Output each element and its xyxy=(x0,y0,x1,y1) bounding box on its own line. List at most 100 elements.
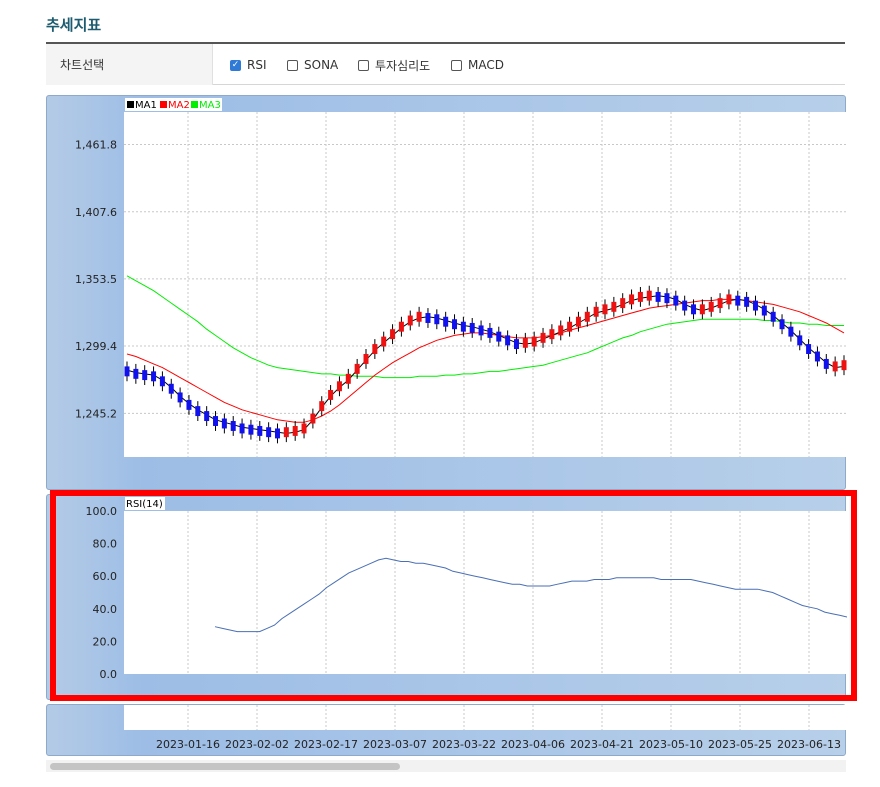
candle-body xyxy=(752,300,758,311)
candle-body xyxy=(717,298,723,309)
x-tick-label: 2023-03-07 xyxy=(363,738,427,751)
horizontal-scrollbar[interactable] xyxy=(46,760,846,772)
sona-checkbox[interactable]: SONA xyxy=(287,57,338,73)
candle-body xyxy=(319,401,325,412)
candle-body xyxy=(797,335,803,346)
x-tick-label: 2023-04-06 xyxy=(501,738,565,751)
candle-body xyxy=(390,329,396,340)
candle-body xyxy=(372,344,378,354)
candle-body xyxy=(310,413,316,424)
macd-checkbox[interactable]: MACD xyxy=(451,57,504,73)
candle-body xyxy=(301,423,307,434)
investor-sentiment-checkbox[interactable]: 투자심리도 xyxy=(358,57,430,73)
y-tick-label: 1,353.5 xyxy=(75,273,117,286)
legend-ma1: MA1 xyxy=(135,100,157,111)
candle-body xyxy=(832,361,838,372)
candle-body xyxy=(124,366,130,377)
candle-body xyxy=(425,313,431,323)
candle-body xyxy=(646,290,652,301)
candle-body xyxy=(239,423,245,434)
candle-body xyxy=(221,418,227,429)
highlight-box xyxy=(50,490,857,701)
candle-body xyxy=(567,321,573,332)
scrollbar-thumb[interactable] xyxy=(50,763,400,770)
candle-body xyxy=(133,368,139,379)
candle-body xyxy=(168,383,174,394)
candle-body xyxy=(283,427,289,438)
chart-select-row: 차트선택 ✓ RSI SONA 투자심리도 MACD xyxy=(46,42,845,85)
candle-body xyxy=(469,322,475,333)
y-tick-label: 1,245.2 xyxy=(75,407,117,420)
candle-body xyxy=(363,353,369,364)
rsi-checkbox-label: RSI xyxy=(247,58,267,72)
legend-ma2: MA2 xyxy=(168,100,190,111)
candle-body xyxy=(398,321,404,332)
candle-body xyxy=(726,294,732,305)
investor-sentiment-checkbox-label: 투자심리도 xyxy=(375,58,431,73)
candle-body xyxy=(505,335,511,346)
candle-body xyxy=(336,381,342,392)
candle-body xyxy=(531,336,537,347)
candle-body xyxy=(345,373,351,384)
candle-body xyxy=(770,311,776,322)
candle-body xyxy=(443,316,449,327)
candle-body xyxy=(637,291,643,302)
candle-body xyxy=(159,376,165,387)
candle-body xyxy=(540,332,546,343)
candle-body xyxy=(744,296,750,307)
candle-body xyxy=(841,360,847,371)
candle-body xyxy=(248,424,254,435)
candle-body xyxy=(434,314,440,325)
candle-body xyxy=(266,427,272,438)
legend-swatch-ma2 xyxy=(160,101,167,108)
candle-body xyxy=(257,425,263,436)
macd-checkbox-label: MACD xyxy=(468,58,504,72)
checkbox-icon xyxy=(287,59,298,71)
candle-body xyxy=(460,321,466,332)
checkbox-checked-icon: ✓ xyxy=(230,59,241,71)
candle-body xyxy=(487,327,493,338)
y-tick-label: 1,407.6 xyxy=(75,206,117,219)
y-tick-label: 1,461.8 xyxy=(75,139,117,152)
candle-body xyxy=(611,301,617,312)
checkbox-icon xyxy=(451,59,462,71)
price-chart: 1,461.8 1,407.6 1,353.5 1,299.4 1,245.2 MA1 … xyxy=(75,98,847,457)
candle-body xyxy=(407,315,413,326)
price-legend: MA1 MA2 MA3 xyxy=(125,98,222,111)
candle-body xyxy=(761,305,767,316)
sona-checkbox-label: SONA xyxy=(304,58,339,72)
x-tick-label: 2023-05-25 xyxy=(708,738,772,751)
candle-body xyxy=(779,319,785,330)
candle-body xyxy=(788,326,794,337)
legend-ma3: MA3 xyxy=(199,100,221,111)
candle-body xyxy=(195,406,201,417)
candle-body xyxy=(142,370,148,381)
x-tick-label: 2023-02-02 xyxy=(225,738,289,751)
candle-body xyxy=(354,363,360,374)
candle-body xyxy=(620,298,626,309)
rsi-checkbox[interactable]: ✓ RSI xyxy=(230,57,267,73)
candle-body xyxy=(655,291,661,302)
page-title: 추세지표 xyxy=(46,16,102,34)
candle-body xyxy=(452,319,458,330)
candle-body xyxy=(513,339,519,350)
candle-body xyxy=(478,325,484,336)
candle-body xyxy=(708,301,714,312)
checkbox-icon xyxy=(358,59,369,71)
candle-body xyxy=(814,351,820,362)
candle-body xyxy=(584,311,590,322)
x-tick-label: 2023-02-17 xyxy=(294,738,358,751)
candle-body xyxy=(416,311,422,322)
candle-body xyxy=(522,337,528,348)
candle-body xyxy=(186,399,192,410)
legend-swatch-ma1 xyxy=(127,101,134,108)
divider xyxy=(212,44,213,85)
candle-body xyxy=(204,411,210,422)
candle-body xyxy=(177,392,183,403)
price-chart-panel: 1,461.8 1,407.6 1,353.5 1,299.4 1,245.2 MA1 … xyxy=(46,95,847,490)
candle-body xyxy=(699,304,705,315)
x-axis: 2023-01-16 2023-02-02 2023-02-17 2023-03-07… xyxy=(124,705,847,751)
candle-body xyxy=(575,316,581,327)
x-tick-label: 2023-04-21 xyxy=(570,738,634,751)
x-axis-plot-area xyxy=(124,705,847,730)
